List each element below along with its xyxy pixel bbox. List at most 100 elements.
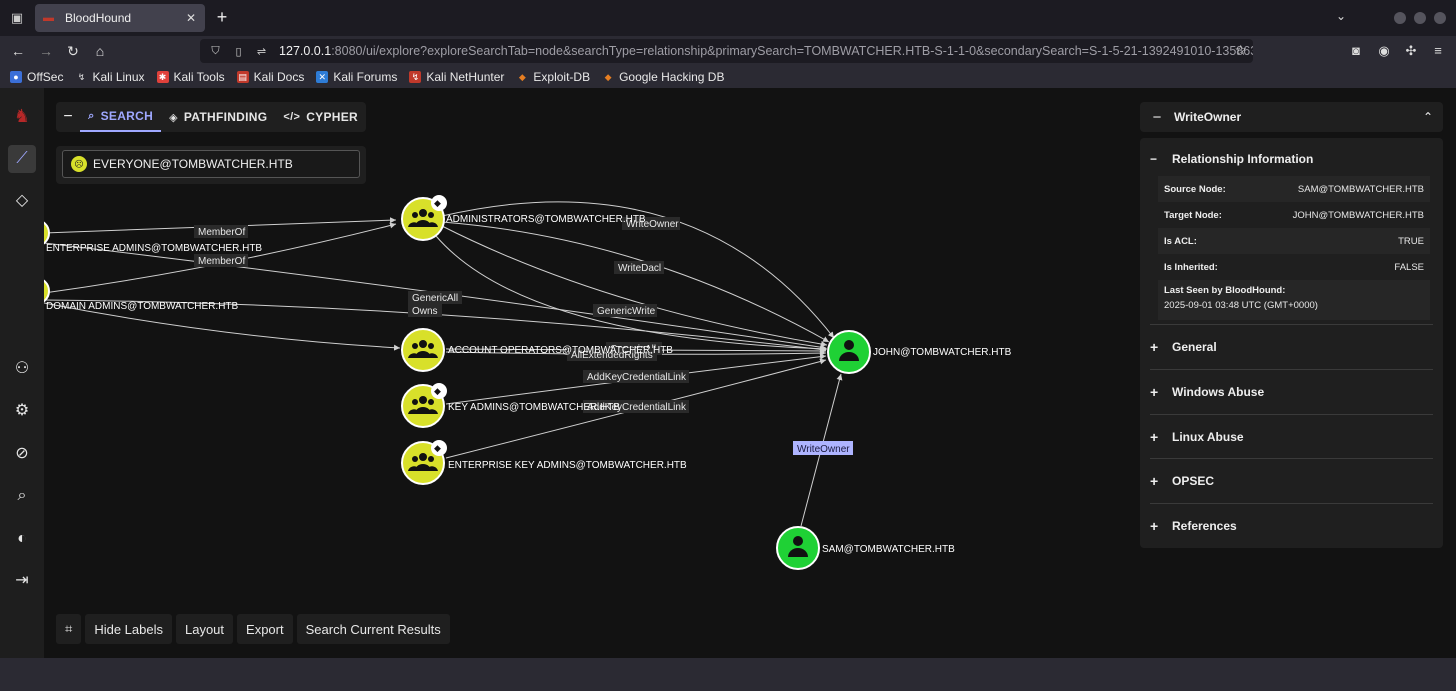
- bookmark-kali-linux[interactable]: ↯ Kali Linux: [75, 70, 145, 84]
- search-icon: ⌕: [88, 109, 95, 122]
- prop-value: 2025-09-01 03:48 UTC (GMT+0000): [1164, 300, 1318, 311]
- logout-icon[interactable]: ⇥: [8, 567, 36, 595]
- search-value: EVERYONE@TOMBWATCHER.HTB: [93, 157, 293, 171]
- bookmark-offsec[interactable]: ● OffSec: [10, 70, 63, 84]
- kali-tools-icon: ✱: [156, 71, 169, 83]
- layout-button[interactable]: Layout: [175, 614, 234, 644]
- back-icon[interactable]: ←: [8, 41, 28, 61]
- node-label: KEY ADMINS@TOMBWATCHER.HTB: [448, 402, 620, 413]
- tab-cypher[interactable]: </> CYPHER: [275, 102, 366, 132]
- plus-icon: +: [1150, 428, 1159, 445]
- accordion-linux-abuse[interactable]: + Linux Abuse: [1150, 414, 1433, 458]
- edge-label[interactable]: AddKeyCredentialLink: [587, 372, 687, 383]
- compass-icon[interactable]: ⊘: [8, 440, 36, 468]
- prop-value: TRUE: [1398, 235, 1424, 247]
- gem-icon: ◆: [434, 386, 441, 396]
- shield-icon[interactable]: ⛉: [208, 45, 223, 58]
- minimize-icon[interactable]: [1394, 12, 1406, 24]
- file-search-icon[interactable]: ⌕: [8, 482, 36, 510]
- crop-button[interactable]: ⌗: [56, 614, 82, 644]
- node-account-operators[interactable]: ACCOUNT OPERATORS@TOMBWATCHER.HTB: [401, 328, 673, 372]
- home-icon[interactable]: ⌂: [90, 41, 110, 61]
- bookmark-label: Kali Docs: [253, 70, 305, 84]
- prop-value: JOHN@TOMBWATCHER.HTB: [1292, 209, 1424, 221]
- bookmark-kali-nethunter[interactable]: ↯ Kali NetHunter: [409, 70, 504, 84]
- tab-pathfinding[interactable]: ◈ PATHFINDING: [161, 102, 275, 132]
- bookmark-exploit-db[interactable]: ◆ Exploit-DB: [516, 70, 590, 84]
- chevron-down-icon[interactable]: ⌄: [1336, 9, 1346, 23]
- search-input[interactable]: ☹ EVERYONE@TOMBWATCHER.HTB: [62, 150, 360, 178]
- edge-writedacl[interactable]: [441, 221, 830, 343]
- edge-label[interactable]: MemberOf: [198, 227, 245, 238]
- bookmark-kali-docs[interactable]: ▤ Kali Docs: [236, 70, 305, 84]
- bookmark-google-hacking-db[interactable]: ◆ Google Hacking DB: [602, 70, 725, 84]
- relationship-info-section[interactable]: − Relationship Information: [1150, 152, 1313, 166]
- accordion-opsec[interactable]: + OPSEC: [1150, 458, 1433, 502]
- tab-list-icon[interactable]: ▣: [8, 9, 26, 27]
- tab-search[interactable]: ⌕ SEARCH: [80, 102, 162, 132]
- user-icon[interactable]: ⚇: [8, 355, 36, 383]
- prop-key: Last Seen by BloodHound:: [1164, 285, 1286, 296]
- new-tab-icon[interactable]: +: [212, 8, 232, 28]
- kali-forums-icon: ✕: [316, 71, 329, 83]
- user-settings-icon[interactable]: ⚙: [8, 397, 36, 425]
- window-close-icon[interactable]: [1434, 12, 1446, 24]
- edge-label[interactable]: Owns: [412, 306, 438, 317]
- url-bar[interactable]: ⛉ ▯ ⇌ 127.0.0.1:8080/ui/explore?exploreS…: [200, 39, 1253, 63]
- edge-label[interactable]: GenericAll: [412, 293, 458, 304]
- crop-icon: ⌗: [65, 621, 73, 636]
- accordion-windows-abuse[interactable]: + Windows Abuse: [1150, 369, 1433, 413]
- bloodhound-app: MemberOf MemberOf WriteOwner WriteDacl G…: [0, 88, 1456, 658]
- node-enterprise-key-admins[interactable]: ◆ ENTERPRISE KEY ADMINS@TOMBWATCHER.HTB: [401, 440, 687, 485]
- bloodhound-favicon-icon: ▬: [43, 12, 54, 24]
- node-john[interactable]: JOHN@TOMBWATCHER.HTB: [827, 330, 1012, 374]
- edge-label[interactable]: MemberOf: [198, 256, 245, 267]
- bookmark-kali-forums[interactable]: ✕ Kali Forums: [316, 70, 397, 84]
- gem-icon: ◆: [434, 198, 441, 208]
- edge-label[interactable]: GenericWrite: [597, 306, 656, 317]
- chevron-up-icon[interactable]: ⌃: [1413, 110, 1443, 124]
- accordion-label: Windows Abuse: [1172, 384, 1265, 399]
- contrast-icon[interactable]: ◐: [8, 525, 36, 553]
- section-title: Relationship Information: [1172, 152, 1314, 166]
- bookmark-star-icon[interactable]: ☆: [1234, 42, 1247, 59]
- maximize-icon[interactable]: [1414, 12, 1426, 24]
- page-icon[interactable]: ▯: [231, 45, 246, 58]
- edge-genericwrite[interactable]: [441, 225, 828, 347]
- graph-controls: ⌗ Hide Labels Layout Export Search Curre…: [56, 614, 454, 644]
- hide-labels-button[interactable]: Hide Labels: [85, 614, 172, 644]
- plus-icon: +: [1150, 338, 1159, 355]
- node-sam[interactable]: SAM@TOMBWATCHER.HTB: [776, 526, 955, 570]
- browser-tab[interactable]: ▬ BloodHound ✕: [35, 4, 205, 32]
- collapse-icon: −: [1150, 152, 1158, 166]
- tab-label: SEARCH: [100, 109, 154, 123]
- menu-icon[interactable]: ≡: [1430, 43, 1446, 59]
- accordion-general[interactable]: + General: [1150, 324, 1433, 368]
- bookmark-kali-tools[interactable]: ✱ Kali Tools: [156, 70, 225, 84]
- close-tab-icon[interactable]: ✕: [183, 11, 199, 25]
- accordion-references[interactable]: + References: [1150, 503, 1433, 547]
- extensions-icon[interactable]: ✣: [1403, 43, 1419, 59]
- node-administrators[interactable]: ◆ ADMINISTRATORS@TOMBWATCHER.HTB: [401, 195, 646, 241]
- plus-icon: +: [1150, 472, 1159, 489]
- gem-icon: ◆: [434, 443, 441, 453]
- permissions-icon[interactable]: ⇌: [254, 45, 269, 58]
- account-icon[interactable]: ◉: [1376, 43, 1392, 59]
- collapse-icon[interactable]: −: [56, 108, 80, 126]
- collapse-icon[interactable]: −: [1140, 109, 1174, 126]
- node-key-admins[interactable]: ◆ KEY ADMINS@TOMBWATCHER.HTB: [401, 383, 620, 428]
- pocket-icon[interactable]: ◙: [1348, 43, 1364, 59]
- reload-icon[interactable]: ↻: [63, 41, 83, 61]
- search-current-results-button[interactable]: Search Current Results: [296, 614, 450, 644]
- explore-icon[interactable]: ⟋: [8, 145, 36, 173]
- prop-value: FALSE: [1394, 261, 1424, 273]
- edge-label[interactable]: WriteDacl: [618, 263, 661, 274]
- forward-icon[interactable]: →: [36, 41, 56, 61]
- url-text[interactable]: 127.0.0.1:8080/ui/explore?exploreSearchT…: [279, 44, 1253, 58]
- gem-icon[interactable]: ◇: [8, 187, 36, 215]
- edge-labels: MemberOf MemberOf WriteOwner WriteDacl G…: [194, 217, 853, 455]
- edge-allextendedrights-admins[interactable]: [435, 235, 828, 352]
- selected-edge-label[interactable]: WriteOwner: [797, 444, 850, 455]
- bookmark-label: OffSec: [27, 70, 64, 84]
- export-button[interactable]: Export: [237, 614, 293, 644]
